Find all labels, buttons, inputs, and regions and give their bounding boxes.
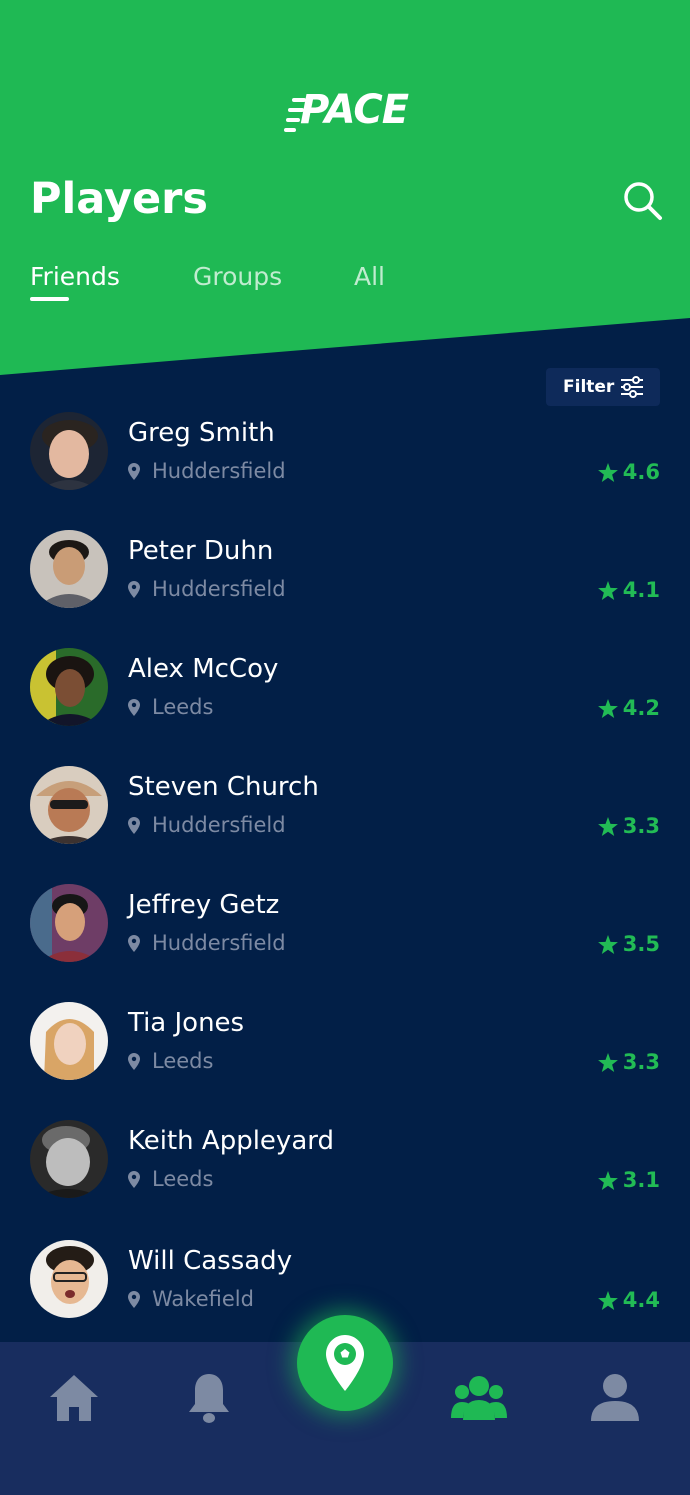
bell-icon	[189, 1374, 229, 1423]
sliders-icon	[621, 376, 643, 398]
player-location: Leeds	[128, 1165, 213, 1193]
star-icon	[597, 816, 618, 836]
map-pin-ball-icon	[326, 1335, 364, 1391]
star-icon	[597, 698, 618, 718]
filter-label: Filter	[563, 377, 615, 397]
player-row[interactable]: Alex McCoy Leeds 4.2	[0, 648, 690, 748]
location-pin-icon	[128, 934, 140, 952]
rating-value: 3.3	[622, 814, 660, 838]
profile-icon	[591, 1374, 639, 1421]
header: PACE Players Friends Groups All	[0, 0, 690, 375]
player-location: Huddersfield	[128, 575, 286, 603]
location-pin-icon	[128, 1170, 140, 1188]
location-pin-icon	[128, 1290, 140, 1308]
star-icon	[597, 1170, 618, 1190]
star-icon	[597, 462, 618, 482]
rating-value: 4.1	[622, 578, 660, 602]
home-icon	[50, 1375, 98, 1421]
players-icon	[451, 1376, 507, 1420]
player-location: Huddersfield	[128, 929, 286, 957]
rating-value: 4.2	[622, 696, 660, 720]
page-title: Players	[30, 174, 208, 224]
player-row[interactable]: Jeffrey Getz Huddersfield 3.5	[0, 884, 690, 984]
location-pin-icon	[128, 580, 140, 598]
star-icon	[597, 580, 618, 600]
avatar	[30, 1002, 108, 1080]
star-icon	[597, 1290, 618, 1310]
player-rating: 3.5	[597, 930, 660, 958]
player-row[interactable]: Steven Church Huddersfield 3.3	[0, 766, 690, 866]
player-name: Tia Jones	[128, 1008, 245, 1038]
location-text: Huddersfield	[152, 813, 286, 837]
player-location: Huddersfield	[128, 457, 286, 485]
tab-label: Friends	[30, 262, 120, 291]
player-rating: 3.3	[597, 1048, 660, 1076]
avatar	[30, 766, 108, 844]
player-rating: 4.2	[597, 694, 660, 722]
filter-button[interactable]: Filter	[546, 368, 660, 406]
location-text: Leeds	[152, 695, 214, 719]
tab-label: Groups	[193, 262, 283, 291]
player-rating: 4.4	[597, 1286, 660, 1314]
star-icon	[597, 1052, 618, 1072]
rating-value: 3.1	[622, 1168, 660, 1192]
player-name: Alex McCoy	[128, 654, 279, 684]
player-location: Wakefield	[128, 1285, 254, 1313]
nav-profile[interactable]	[585, 1370, 645, 1426]
location-pin-icon	[128, 462, 140, 480]
location-text: Huddersfield	[152, 931, 286, 955]
player-name: Peter Duhn	[128, 536, 274, 566]
tab-all[interactable]: All	[354, 260, 385, 294]
player-name: Keith Appleyard	[128, 1126, 334, 1156]
search-button[interactable]	[622, 180, 664, 222]
active-tab-indicator	[30, 297, 69, 301]
player-location: Leeds	[128, 1047, 213, 1075]
rating-value: 4.6	[622, 460, 660, 484]
rating-value: 4.4	[622, 1288, 660, 1312]
avatar	[30, 648, 108, 726]
rating-value: 3.5	[622, 932, 660, 956]
avatar	[30, 1120, 108, 1198]
location-text: Huddersfield	[152, 577, 286, 601]
nav-home[interactable]	[44, 1370, 104, 1426]
player-row[interactable]: Tia Jones Leeds 3.3	[0, 1002, 690, 1102]
player-rating: 3.3	[597, 812, 660, 840]
player-rating: 4.6	[597, 458, 660, 486]
player-name: Jeffrey Getz	[128, 890, 280, 920]
player-row[interactable]: Greg Smith Huddersfield 4.6	[0, 412, 690, 512]
tab-groups[interactable]: Groups	[193, 260, 282, 294]
player-name: Greg Smith	[128, 418, 275, 448]
rating-value: 3.3	[622, 1050, 660, 1074]
search-icon	[624, 182, 662, 220]
location-pin-icon	[128, 816, 140, 834]
app-logo: PACE	[284, 86, 409, 136]
location-pin-icon	[128, 698, 140, 716]
player-name: Steven Church	[128, 772, 319, 802]
player-rating: 4.1	[597, 576, 660, 604]
location-text: Leeds	[152, 1167, 214, 1191]
location-text: Huddersfield	[152, 459, 286, 483]
star-icon	[597, 934, 618, 954]
tab-label: All	[354, 262, 385, 291]
location-text: Leeds	[152, 1049, 214, 1073]
avatar	[30, 530, 108, 608]
player-rating: 3.1	[597, 1166, 660, 1194]
avatar	[30, 884, 108, 962]
player-name: Will Cassady	[128, 1246, 293, 1276]
logo-text: PACE	[300, 87, 409, 133]
player-row[interactable]: Peter Duhn Huddersfield 4.1	[0, 530, 690, 630]
player-location: Leeds	[128, 693, 213, 721]
play-map-button[interactable]	[297, 1315, 393, 1411]
nav-players[interactable]	[449, 1370, 509, 1426]
avatar	[30, 1240, 108, 1318]
avatar	[30, 412, 108, 490]
nav-notifications[interactable]	[179, 1370, 239, 1426]
player-location: Huddersfield	[128, 811, 286, 839]
tab-friends[interactable]: Friends	[30, 260, 120, 301]
location-pin-icon	[128, 1052, 140, 1070]
location-text: Wakefield	[152, 1287, 254, 1311]
player-row[interactable]: Keith Appleyard Leeds 3.1	[0, 1120, 690, 1220]
